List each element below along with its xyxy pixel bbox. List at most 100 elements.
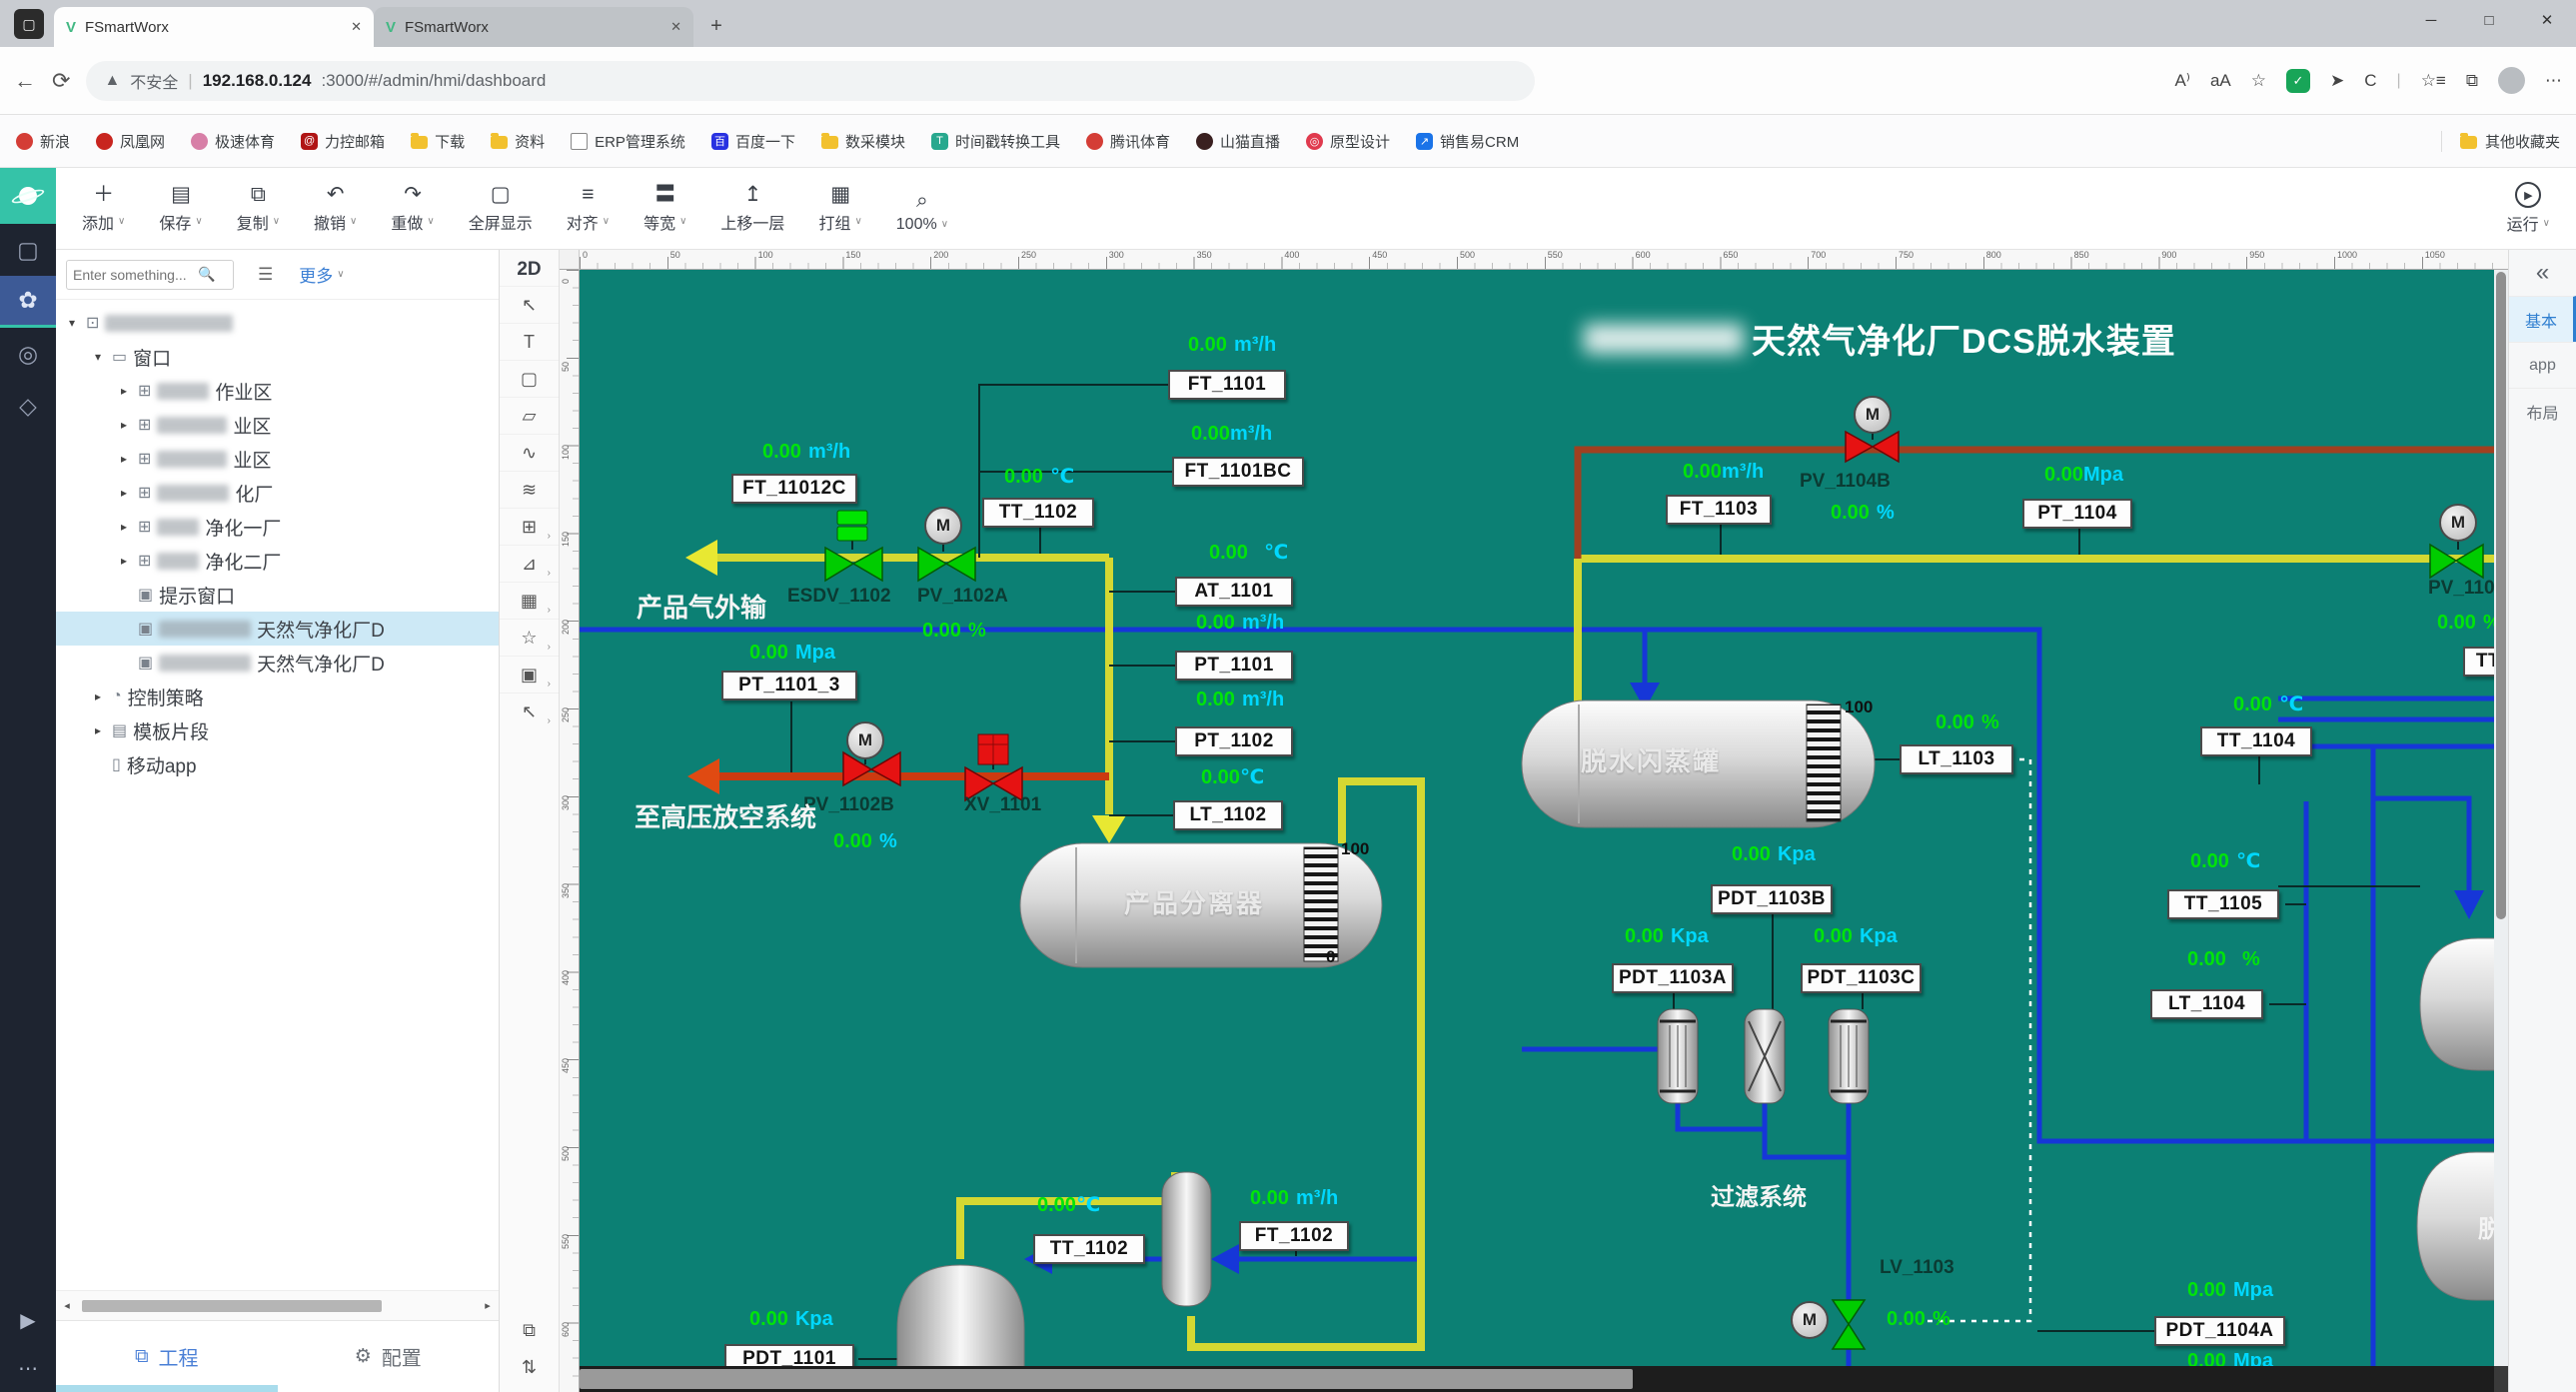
redo-button[interactable]: ↷重做∨ bbox=[391, 184, 434, 234]
favorite-star-icon[interactable]: ☆ bbox=[2251, 71, 2266, 91]
canvas-vertical-scrollbar[interactable] bbox=[2494, 270, 2508, 1366]
bookmark-item[interactable]: @力控邮箱 bbox=[301, 131, 385, 152]
bookmark-item[interactable]: 新浪 bbox=[16, 131, 70, 152]
tool-text[interactable]: T bbox=[500, 323, 559, 360]
tree-item[interactable]: ▸⊞化厂 bbox=[56, 476, 499, 510]
instrument-tag[interactable]: PT_1101 bbox=[1175, 651, 1293, 681]
cursor-extension-icon[interactable]: ➤ bbox=[2330, 71, 2344, 91]
fullscreen-button[interactable]: ▢全屏显示 bbox=[469, 184, 533, 234]
collapse-panel-icon[interactable]: « bbox=[2509, 250, 2576, 296]
save-button[interactable]: ▤保存∨ bbox=[159, 184, 202, 234]
motor-symbol[interactable]: M bbox=[846, 721, 884, 759]
caret-icon[interactable]: ▸ bbox=[116, 418, 132, 432]
instrument-tag[interactable]: FT_1102 bbox=[1239, 1221, 1349, 1251]
instrument-tag[interactable]: TT_1105 bbox=[2167, 889, 2279, 919]
tab-search-icon[interactable]: ▢ bbox=[14, 9, 44, 39]
bookmark-item[interactable]: 凤凰网 bbox=[96, 131, 165, 152]
rail-item-designer[interactable]: ✿ bbox=[0, 276, 56, 328]
instrument-tag[interactable]: PT_1101_3 bbox=[721, 671, 857, 700]
font-size-icon[interactable]: aA bbox=[2210, 71, 2231, 91]
tab-basic[interactable]: 基本 bbox=[2509, 296, 2576, 342]
app-logo[interactable] bbox=[0, 168, 56, 224]
motor-symbol[interactable]: M bbox=[1854, 396, 1892, 434]
tree-item[interactable]: ▾⊡ bbox=[56, 306, 499, 340]
small-column-vessel[interactable] bbox=[1162, 1172, 1211, 1306]
rail-item-screens[interactable]: ▢ bbox=[0, 224, 56, 276]
bookmark-item[interactable]: 极速体育 bbox=[191, 131, 275, 152]
undo-button[interactable]: ↶撤销∨ bbox=[314, 184, 357, 234]
tree-item[interactable]: ▣天然气净化厂D bbox=[56, 612, 499, 646]
motor-symbol[interactable]: M bbox=[924, 507, 962, 545]
back-icon[interactable]: ← bbox=[14, 68, 36, 94]
tool-shape[interactable]: ☆› bbox=[500, 619, 559, 656]
collections-icon[interactable]: ⧉ bbox=[2466, 71, 2478, 91]
close-icon[interactable]: ✕ bbox=[351, 19, 362, 35]
tree-horizontal-scrollbar[interactable]: ◂ ▸ bbox=[56, 1290, 499, 1320]
bookmark-item[interactable]: 资料 bbox=[491, 131, 545, 152]
reload-icon[interactable]: ⟳ bbox=[52, 68, 70, 94]
tool-polygon[interactable]: ▱ bbox=[500, 397, 559, 434]
tab-layout[interactable]: 布局 bbox=[2509, 388, 2576, 434]
tool-chart[interactable]: ⊿› bbox=[500, 545, 559, 582]
caret-icon[interactable]: ▸ bbox=[116, 520, 132, 534]
instrument-tag[interactable]: TT_1102 bbox=[1033, 1234, 1145, 1264]
new-tab-button[interactable]: + bbox=[701, 11, 731, 41]
extension-icon[interactable]: ✓ bbox=[2286, 69, 2310, 93]
bookmark-item[interactable]: ERP管理系统 bbox=[571, 131, 685, 152]
bookmark-item[interactable]: 腾讯体育 bbox=[1086, 131, 1170, 152]
other-favorites[interactable]: 其他收藏夹 bbox=[2441, 131, 2560, 152]
minimize-button[interactable]: ─ bbox=[2402, 0, 2460, 40]
instrument-tag[interactable]: PDT_1103B bbox=[1711, 884, 1833, 914]
caret-icon[interactable]: ▸ bbox=[116, 384, 132, 398]
bookmark-item[interactable]: 数采模块 bbox=[821, 131, 905, 152]
url-box[interactable]: ▲ 不安全 | 192.168.0.124 :3000/#/admin/hmi/… bbox=[86, 61, 1535, 101]
read-aloud-icon[interactable]: A⁾ bbox=[2174, 71, 2190, 91]
run-button[interactable]: ▶ 运行∨ bbox=[2507, 182, 2550, 235]
zoom-button[interactable]: ⌕100%∨ bbox=[896, 190, 948, 234]
caret-icon[interactable]: ▸ bbox=[116, 486, 132, 500]
scroll-left-icon[interactable]: ◂ bbox=[60, 1299, 74, 1312]
align-button[interactable]: ≡对齐∨ bbox=[567, 184, 610, 234]
tab-app[interactable]: app bbox=[2509, 342, 2576, 388]
tool-pipe[interactable]: ≋ bbox=[500, 471, 559, 508]
mode-2d-label[interactable]: 2D bbox=[517, 254, 541, 286]
group-button[interactable]: ▦打组∨ bbox=[818, 184, 861, 234]
browser-logo-icon[interactable]: C bbox=[2364, 71, 2376, 91]
search-box[interactable]: 🔍 bbox=[66, 260, 234, 290]
caret-icon[interactable]: ▸ bbox=[116, 452, 132, 466]
instrument-tag[interactable]: FT_1101 bbox=[1168, 370, 1286, 400]
tree-item[interactable]: ▸◔控制策略 bbox=[56, 680, 499, 713]
caret-icon[interactable]: ▾ bbox=[90, 350, 106, 364]
filter-vessels[interactable] bbox=[1658, 1009, 1869, 1103]
tree-item[interactable]: ▸⊞业区 bbox=[56, 442, 499, 476]
scroll-right-icon[interactable]: ▸ bbox=[481, 1299, 495, 1312]
motor-symbol[interactable]: M bbox=[1791, 1301, 1829, 1339]
rail-item-model-3d[interactable]: ◇ bbox=[0, 380, 56, 432]
browser-tab-2[interactable]: V FSmartWorx ✕ bbox=[374, 7, 693, 47]
instrument-tag[interactable]: PDT_1103C bbox=[1801, 963, 1922, 993]
instrument-tag[interactable]: PDT_1103A bbox=[1612, 963, 1734, 993]
tool-image[interactable]: ▣› bbox=[500, 656, 559, 693]
scrollbar-thumb[interactable] bbox=[82, 1300, 382, 1312]
instrument-tag[interactable]: LT_1103 bbox=[1900, 744, 2013, 774]
bookmark-item[interactable]: 下载 bbox=[411, 131, 465, 152]
instrument-tag[interactable]: PDT_1104A bbox=[2154, 1316, 2285, 1346]
instrument-tag[interactable]: FT_1103 bbox=[1666, 495, 1772, 525]
tree-item[interactable]: ▸⊞净化二厂 bbox=[56, 544, 499, 578]
bottom-tab-工程[interactable]: ⧉工程 bbox=[56, 1342, 278, 1371]
close-icon[interactable]: ✕ bbox=[670, 19, 681, 35]
caret-icon[interactable]: ▸ bbox=[90, 690, 106, 703]
swap-icon[interactable]: ⇅ bbox=[522, 1357, 537, 1378]
bottom-tab-配置[interactable]: ⚙配置 bbox=[278, 1342, 500, 1371]
tree-item[interactable]: ▸⊞作业区 bbox=[56, 374, 499, 408]
favorites-bar-icon[interactable]: ☆≡ bbox=[2421, 71, 2446, 91]
hmi-canvas[interactable]: 天然气净化厂DCS脱水装置 产品分离器 脱水闪蒸罐 100 0 100 FT_1… bbox=[580, 270, 2508, 1392]
screen-title[interactable]: 天然气净化厂DCS脱水装置 bbox=[1584, 314, 2176, 363]
tree-item[interactable]: ▸⊞业区 bbox=[56, 408, 499, 442]
instrument-tag[interactable]: LT_1102 bbox=[1173, 800, 1283, 830]
instrument-tag[interactable]: AT_1101 bbox=[1175, 577, 1293, 607]
copy-button[interactable]: ⧉复制∨ bbox=[237, 184, 280, 234]
bookmark-item[interactable]: 百百度一下 bbox=[711, 131, 795, 152]
motor-symbol[interactable]: M bbox=[2439, 504, 2477, 542]
instrument-tag[interactable]: PT_1102 bbox=[1175, 726, 1293, 756]
